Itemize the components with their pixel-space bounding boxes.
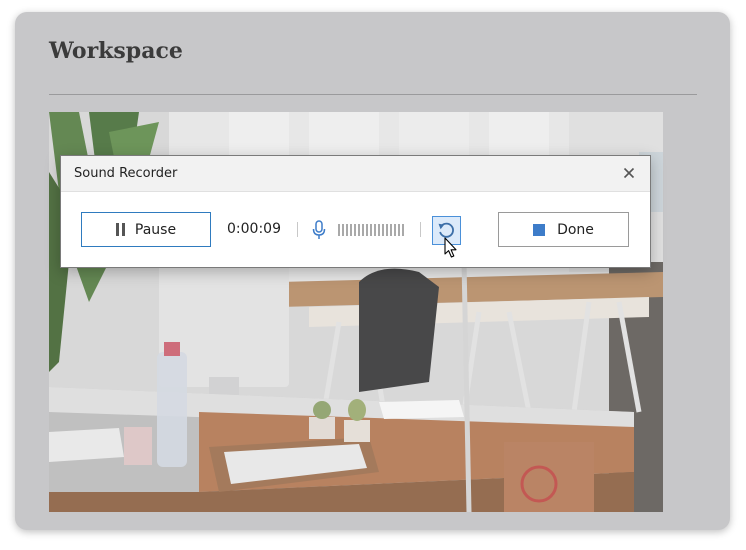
- dialog-header: Sound Recorder: [61, 156, 650, 192]
- done-label: Done: [557, 221, 594, 238]
- pause-button[interactable]: Pause: [81, 212, 211, 247]
- card-title: Workspace: [49, 38, 183, 64]
- dialog-title: Sound Recorder: [74, 166, 178, 181]
- workspace-card: Workspace: [15, 12, 730, 530]
- done-button[interactable]: Done: [498, 212, 629, 247]
- sound-recorder-dialog: Sound Recorder Pause 0:00:09 Done: [60, 155, 651, 268]
- stop-icon: [533, 223, 546, 236]
- pause-icon: [115, 223, 126, 236]
- close-icon[interactable]: [620, 164, 638, 182]
- audio-level-meter: [338, 224, 404, 236]
- title-divider: [49, 94, 697, 95]
- retry-button[interactable]: [432, 216, 461, 245]
- pause-label: Pause: [134, 221, 177, 238]
- microphone-icon: [312, 220, 326, 240]
- retry-icon: [438, 222, 454, 238]
- separator: [297, 222, 298, 237]
- separator: [420, 222, 421, 237]
- recording-timer: 0:00:09: [227, 221, 281, 237]
